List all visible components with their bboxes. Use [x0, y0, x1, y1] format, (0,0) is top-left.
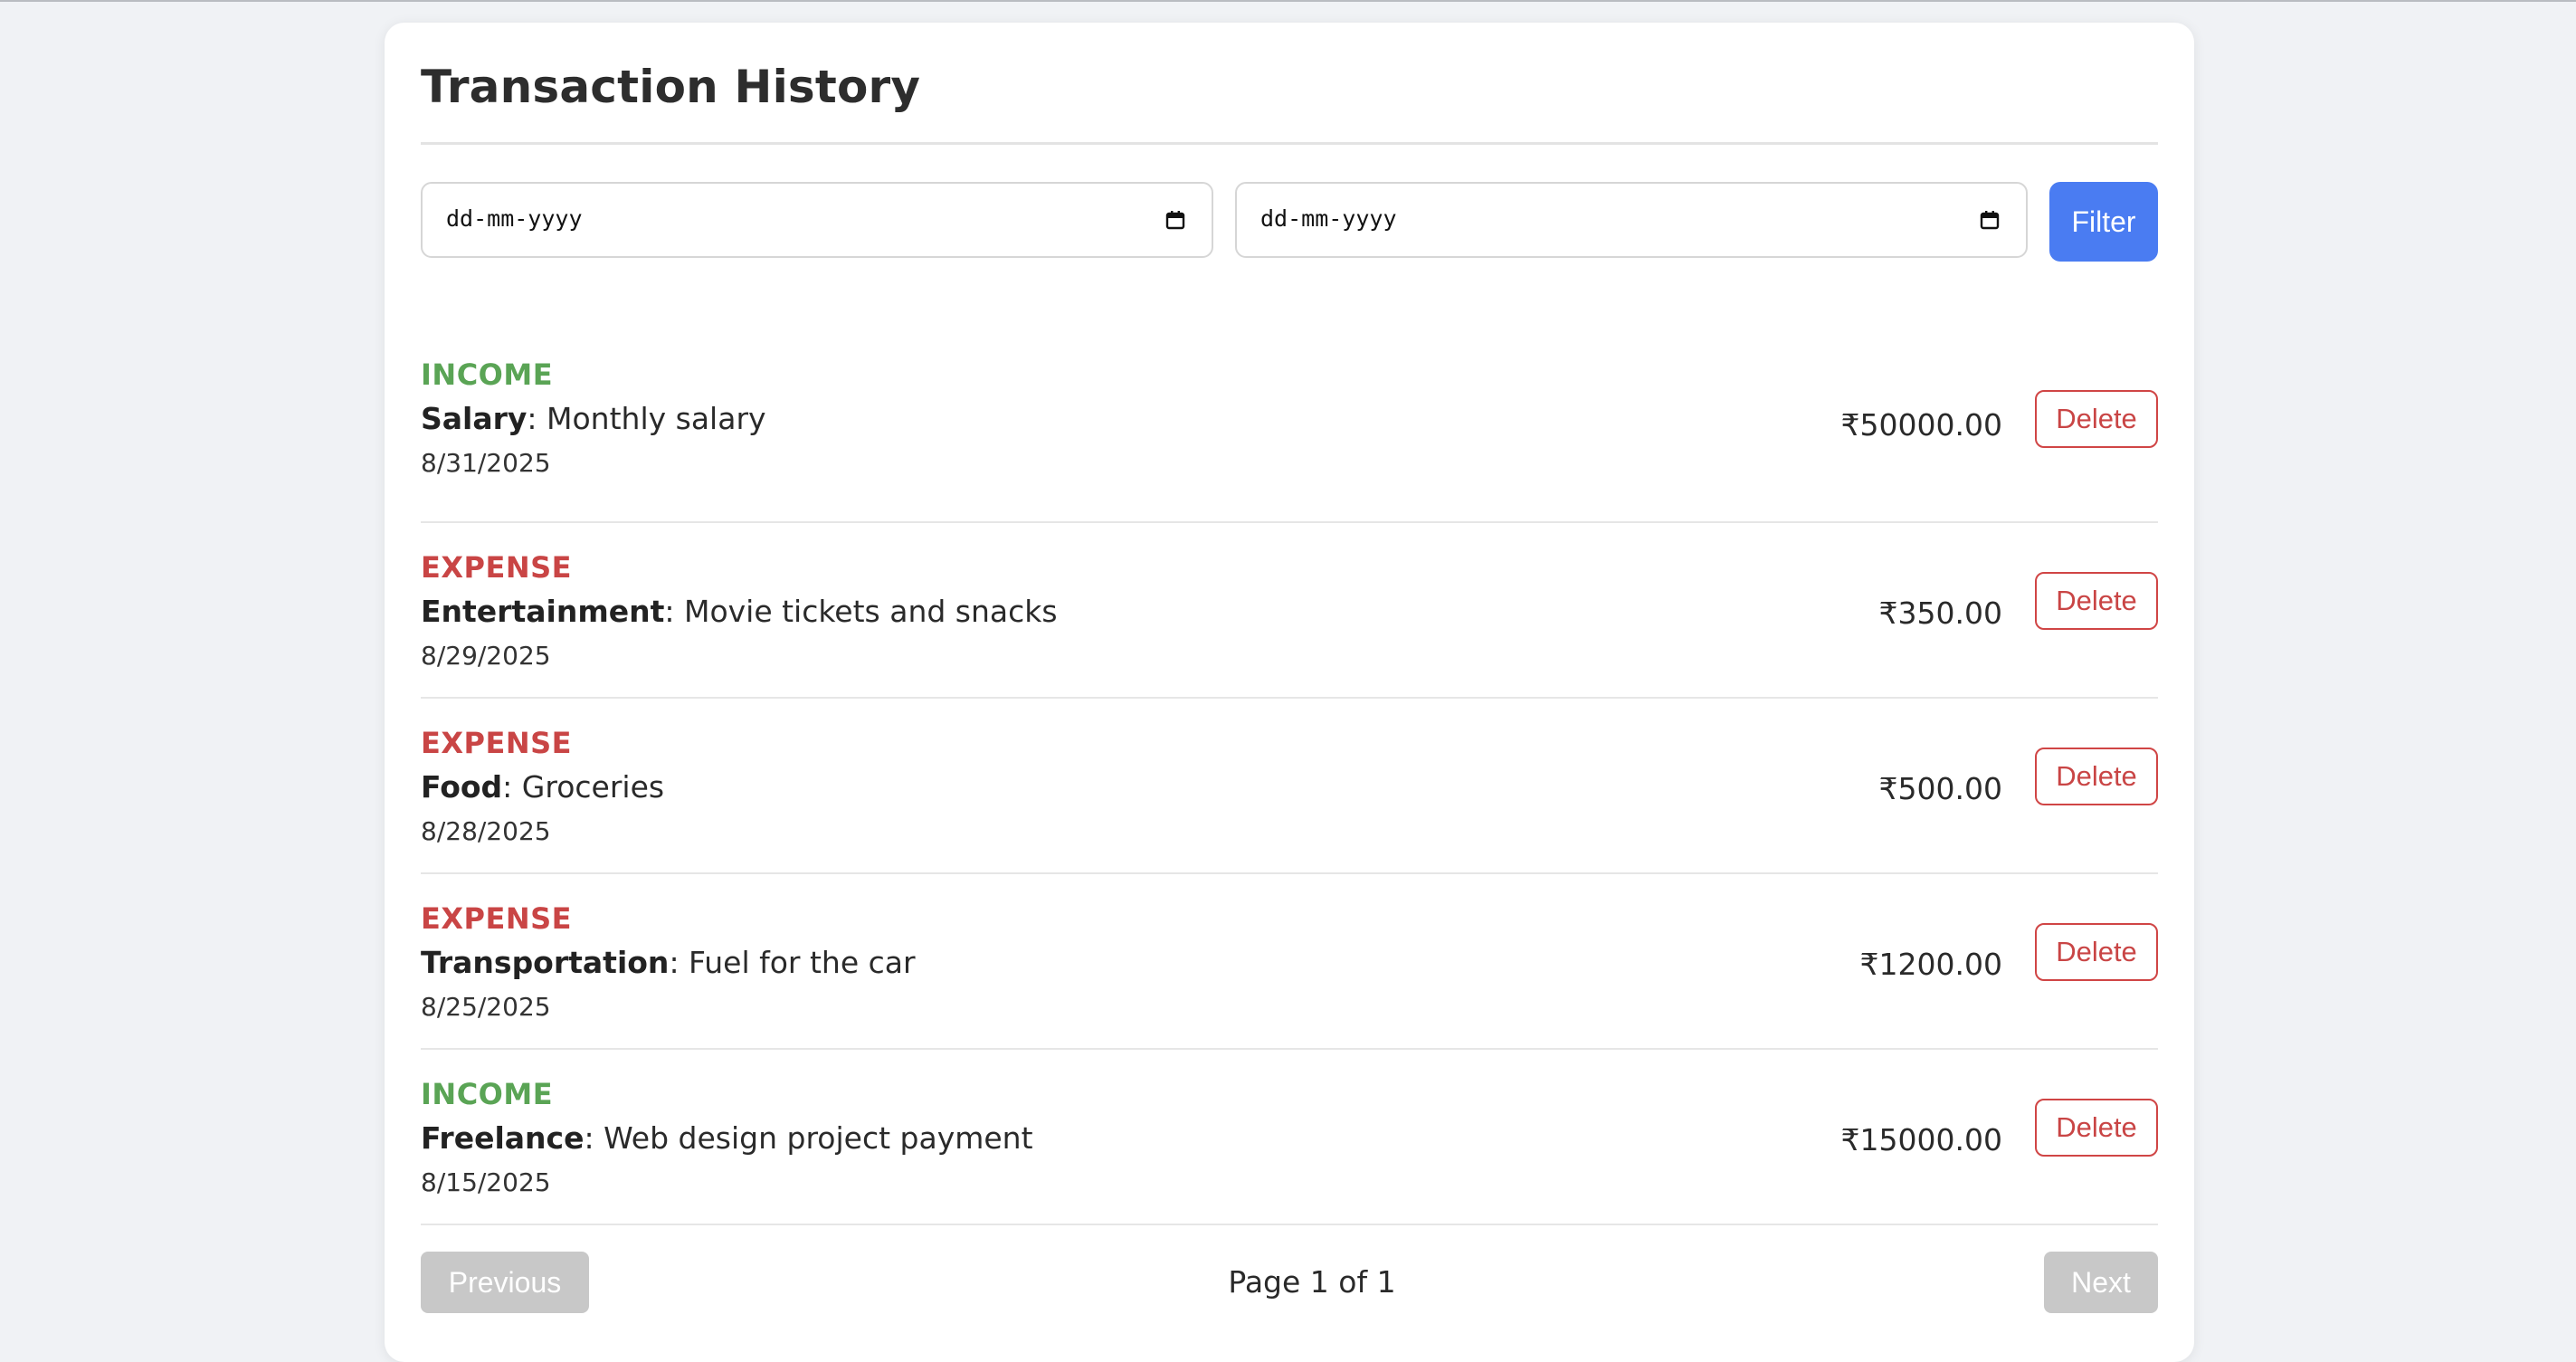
- transaction-date: 8/29/2025: [421, 641, 551, 671]
- transaction-note: Fuel for the car: [689, 945, 916, 980]
- transaction-type: EXPENSE: [421, 901, 573, 936]
- category-separator: :: [664, 594, 684, 629]
- transaction-category: Food: [421, 769, 503, 805]
- transaction-type: EXPENSE: [421, 550, 573, 585]
- top-border: [0, 0, 2576, 2]
- transaction-date: 8/15/2025: [421, 1167, 551, 1197]
- transaction-row: INCOME Salary: Monthly salary 8/31/2025 …: [421, 330, 2158, 523]
- transaction-note: Groceries: [521, 769, 665, 805]
- title-divider: [421, 142, 2158, 145]
- transaction-date: 8/28/2025: [421, 816, 551, 846]
- transaction-note: Movie tickets and snacks: [683, 594, 1058, 629]
- category-separator: :: [502, 769, 522, 805]
- transaction-history-card: Transaction History dd-mm-yyyy dd-mm-yyy…: [385, 23, 2194, 1362]
- transaction-note: Web design project payment: [604, 1120, 1033, 1156]
- transaction-row: EXPENSE Transportation: Fuel for the car…: [421, 874, 2158, 1050]
- transaction-row: EXPENSE Entertainment: Movie tickets and…: [421, 523, 2158, 699]
- transaction-description: Entertainment: Movie tickets and snacks: [421, 594, 1058, 629]
- category-separator: :: [584, 1120, 604, 1156]
- to-date-placeholder: dd-mm-yyyy: [1260, 205, 1397, 232]
- calendar-icon[interactable]: [1164, 209, 1186, 231]
- transaction-amount: ₹1200.00: [1859, 947, 2002, 982]
- transaction-date: 8/25/2025: [421, 992, 551, 1022]
- pagination: Previous Page 1 of 1 Next: [421, 1252, 2158, 1315]
- transaction-amount: ₹15000.00: [1840, 1122, 2002, 1157]
- transaction-type: EXPENSE: [421, 726, 573, 760]
- transaction-category: Transportation: [421, 945, 670, 980]
- category-separator: :: [527, 401, 547, 436]
- delete-button[interactable]: Delete: [2035, 748, 2158, 805]
- transaction-description: Freelance: Web design project payment: [421, 1120, 1033, 1156]
- transaction-amount: ₹350.00: [1878, 595, 2002, 631]
- transaction-row: EXPENSE Food: Groceries 8/28/2025 ₹500.0…: [421, 699, 2158, 874]
- transaction-description: Transportation: Fuel for the car: [421, 945, 916, 980]
- page-indicator: Page 1 of 1: [1228, 1264, 1396, 1300]
- transaction-category: Freelance: [421, 1120, 585, 1156]
- filter-button[interactable]: Filter: [2049, 182, 2158, 262]
- date-filter-bar: dd-mm-yyyy dd-mm-yyyy Filter: [421, 182, 2158, 262]
- page-title: Transaction History: [421, 61, 921, 113]
- category-separator: :: [669, 945, 689, 980]
- transaction-category: Salary: [421, 401, 528, 436]
- transaction-note: Monthly salary: [547, 401, 766, 436]
- delete-button[interactable]: Delete: [2035, 390, 2158, 448]
- transaction-type: INCOME: [421, 357, 554, 392]
- transaction-row: INCOME Freelance: Web design project pay…: [421, 1050, 2158, 1225]
- next-button[interactable]: Next: [2044, 1252, 2158, 1313]
- transaction-list: INCOME Salary: Monthly salary 8/31/2025 …: [421, 330, 2158, 1225]
- transaction-amount: ₹50000.00: [1840, 407, 2002, 443]
- transaction-description: Food: Groceries: [421, 769, 664, 805]
- from-date-placeholder: dd-mm-yyyy: [446, 205, 583, 232]
- from-date-input[interactable]: dd-mm-yyyy: [421, 182, 1213, 258]
- delete-button[interactable]: Delete: [2035, 923, 2158, 981]
- transaction-date: 8/31/2025: [421, 448, 551, 478]
- delete-button[interactable]: Delete: [2035, 572, 2158, 630]
- transaction-category: Entertainment: [421, 594, 665, 629]
- transaction-description: Salary: Monthly salary: [421, 401, 766, 436]
- calendar-icon[interactable]: [1979, 209, 2001, 231]
- delete-button[interactable]: Delete: [2035, 1099, 2158, 1157]
- to-date-input[interactable]: dd-mm-yyyy: [1235, 182, 2028, 258]
- transaction-amount: ₹500.00: [1878, 771, 2002, 806]
- transaction-type: INCOME: [421, 1077, 554, 1111]
